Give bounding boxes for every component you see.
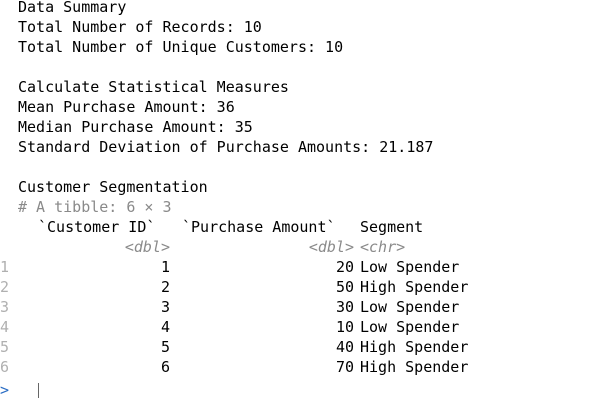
- column-type-customer-id: <dbl>: [124, 238, 170, 256]
- row-number: 5: [0, 338, 10, 356]
- stats-heading: Calculate Statistical Measures: [18, 78, 289, 96]
- console-input-cursor[interactable]: [38, 383, 39, 398]
- unique-customers-line: Total Number of Unique Customers: 10: [18, 38, 344, 56]
- column-type-purchase-amount: <dbl>: [308, 238, 354, 256]
- purchase-amount-cell: 30: [335, 298, 354, 316]
- data-summary-heading: Data Summary: [18, 0, 127, 16]
- purchase-amount-cell: 10: [335, 318, 354, 336]
- column-header-purchase-amount: `Purchase Amount`: [182, 218, 336, 236]
- r-console-output: Data Summary Total Number of Records: 10…: [0, 0, 614, 401]
- row-number: 3: [0, 298, 10, 316]
- column-header-segment: Segment: [360, 218, 424, 236]
- segment-cell: High Spender: [360, 278, 469, 296]
- mean-line: Mean Purchase Amount: 36: [18, 98, 235, 116]
- row-number: 2: [0, 278, 10, 296]
- purchase-amount-cell: 20: [335, 258, 354, 276]
- customer-id-cell: 2: [160, 278, 170, 296]
- segment-cell: Low Spender: [360, 258, 460, 276]
- customer-id-cell: 1: [160, 258, 170, 276]
- customer-id-cell: 3: [160, 298, 170, 316]
- row-number: 6: [0, 358, 10, 376]
- customer-id-cell: 6: [160, 358, 170, 376]
- total-records-line: Total Number of Records: 10: [18, 18, 262, 36]
- column-type-segment: <chr>: [360, 238, 406, 256]
- purchase-amount-cell: 50: [335, 278, 354, 296]
- sd-line: Standard Deviation of Purchase Amounts: …: [18, 138, 434, 156]
- segment-cell: High Spender: [360, 358, 469, 376]
- row-number: 1: [0, 258, 10, 276]
- tibble-description: # A tibble: 6 × 3: [18, 198, 172, 216]
- segmentation-heading: Customer Segmentation: [18, 178, 208, 196]
- row-number: 4: [0, 318, 10, 336]
- console-prompt: >: [0, 381, 10, 399]
- segment-cell: High Spender: [360, 338, 469, 356]
- segment-cell: Low Spender: [360, 298, 460, 316]
- segment-cell: Low Spender: [360, 318, 460, 336]
- customer-id-cell: 5: [160, 338, 170, 356]
- median-line: Median Purchase Amount: 35: [18, 118, 253, 136]
- customer-id-cell: 4: [160, 318, 170, 336]
- purchase-amount-cell: 70: [335, 358, 354, 376]
- purchase-amount-cell: 40: [335, 338, 354, 356]
- column-header-customer-id: `Customer ID`: [38, 218, 156, 236]
